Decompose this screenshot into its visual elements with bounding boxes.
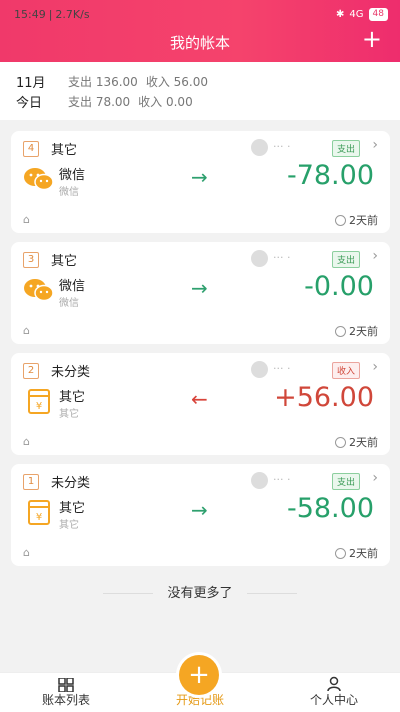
tag-icon[interactable]: ⌂ — [23, 546, 30, 559]
arrow-right-icon: → — [191, 498, 208, 522]
bluetooth-icon: ✱ — [336, 9, 345, 20]
avatar — [251, 472, 268, 489]
today-expense: 支出 78.00 — [68, 94, 131, 109]
avatar — [251, 139, 268, 156]
avatar — [251, 361, 268, 378]
record-time: 2天前 — [335, 434, 378, 450]
wallet-icon: ¥ — [23, 498, 55, 526]
today-summary-row: 今日 支出 78.00 收入 0.00 — [16, 92, 201, 111]
record-number: 4 — [23, 141, 39, 157]
chevron-right-icon[interactable]: › — [372, 470, 378, 486]
add-ledger-button[interactable]: + — [362, 27, 382, 51]
avatar — [251, 250, 268, 267]
arrow-right-icon: → — [191, 276, 208, 300]
account-name: 其它 — [59, 390, 86, 405]
clock-icon — [335, 436, 346, 448]
account-subname: 微信 — [59, 187, 79, 198]
record-category: 其它 — [51, 143, 78, 158]
page-title: 我的帐本 — [169, 34, 230, 52]
record-category: 未分类 — [51, 476, 91, 491]
tag-icon[interactable]: ⌂ — [23, 324, 30, 337]
record-time: 2天前 — [335, 545, 378, 561]
record-card[interactable]: 2 未分类 ··· · 收入 › ¥ 其它 其它 ← +56.00 ⌂ 2天前 — [11, 353, 390, 455]
no-more-label: 没有更多了 — [0, 582, 400, 601]
account-name: 微信 — [59, 168, 86, 183]
record-time: 2天前 — [335, 212, 378, 228]
chevron-right-icon[interactable]: › — [372, 248, 378, 264]
account-name: 其它 — [59, 501, 86, 516]
record-amount: -78.00 — [286, 160, 374, 191]
record-time: 2天前 — [335, 323, 378, 339]
clock-icon — [335, 547, 346, 559]
chevron-right-icon[interactable]: › — [372, 359, 378, 375]
wechat-icon — [23, 165, 55, 193]
record-category: 未分类 — [51, 365, 91, 380]
arrow-left-icon: ← — [191, 387, 208, 411]
record-amount: +56.00 — [274, 382, 374, 413]
arrow-right-icon: → — [191, 165, 208, 189]
record-amount: -58.00 — [286, 493, 374, 524]
account-name: 微信 — [59, 279, 86, 294]
tab-ledger-list[interactable]: 账本列表 — [6, 691, 126, 708]
signal-icon: 4G — [349, 9, 364, 20]
tab-personal-center[interactable]: 个人中心 — [274, 691, 394, 708]
type-badge: 支出 — [332, 140, 361, 157]
status-time: 15:49 | 2.7K/s — [14, 8, 90, 21]
status-icons: ✱ 4G 48 — [336, 8, 388, 21]
clock-icon — [335, 214, 346, 226]
svg-text:¥: ¥ — [36, 401, 42, 412]
month-label: 11月 — [16, 75, 46, 91]
record-number: 3 — [23, 252, 39, 268]
user-name-blurred: ··· · — [273, 362, 291, 375]
month-summary-row: 11月 支出 136.00 收入 56.00 — [16, 72, 216, 91]
type-badge: 支出 — [332, 473, 361, 490]
record-amount: -0.00 — [304, 271, 374, 302]
wallet-icon: ¥ — [23, 387, 55, 415]
clock-icon — [335, 325, 346, 337]
record-category: 其它 — [51, 254, 78, 269]
battery-icon: 48 — [368, 8, 388, 21]
wechat-icon — [23, 276, 55, 304]
record-card[interactable]: 4 其它 ··· · 支出 › 微信 微信 → -78.00 ⌂ 2天前 — [11, 131, 390, 233]
type-badge: 支出 — [332, 251, 361, 268]
user-name-blurred: ··· · — [273, 140, 291, 153]
today-income: 收入 0.00 — [138, 94, 193, 109]
user-name-blurred: ··· · — [273, 473, 291, 486]
start-record-button[interactable]: + — [179, 655, 219, 695]
status-bar: 15:49 | 2.7K/s ✱ 4G 48 — [14, 8, 388, 24]
user-name-blurred: ··· · — [273, 251, 291, 264]
app-header: 15:49 | 2.7K/s ✱ 4G 48 我的帐本 + — [0, 0, 400, 62]
type-badge: 收入 — [332, 362, 361, 379]
record-number: 2 — [23, 363, 39, 379]
record-card[interactable]: 1 未分类 ··· · 支出 › ¥ 其它 其它 → -58.00 ⌂ 2天前 — [11, 464, 390, 566]
summary-panel: 11月 支出 136.00 收入 56.00 今日 支出 78.00 收入 0.… — [0, 62, 400, 120]
account-subname: 微信 — [59, 298, 79, 309]
today-label: 今日 — [16, 95, 43, 111]
month-income: 收入 56.00 — [145, 74, 208, 89]
chevron-right-icon[interactable]: › — [372, 137, 378, 153]
month-expense: 支出 136.00 — [68, 74, 138, 89]
tag-icon[interactable]: ⌂ — [23, 213, 30, 226]
record-card[interactable]: 3 其它 ··· · 支出 › 微信 微信 → -0.00 ⌂ 2天前 — [11, 242, 390, 344]
svg-text:¥: ¥ — [36, 512, 42, 523]
record-number: 1 — [23, 474, 39, 490]
tag-icon[interactable]: ⌂ — [23, 435, 30, 448]
account-subname: 其它 — [59, 520, 79, 531]
account-subname: 其它 — [59, 409, 79, 420]
